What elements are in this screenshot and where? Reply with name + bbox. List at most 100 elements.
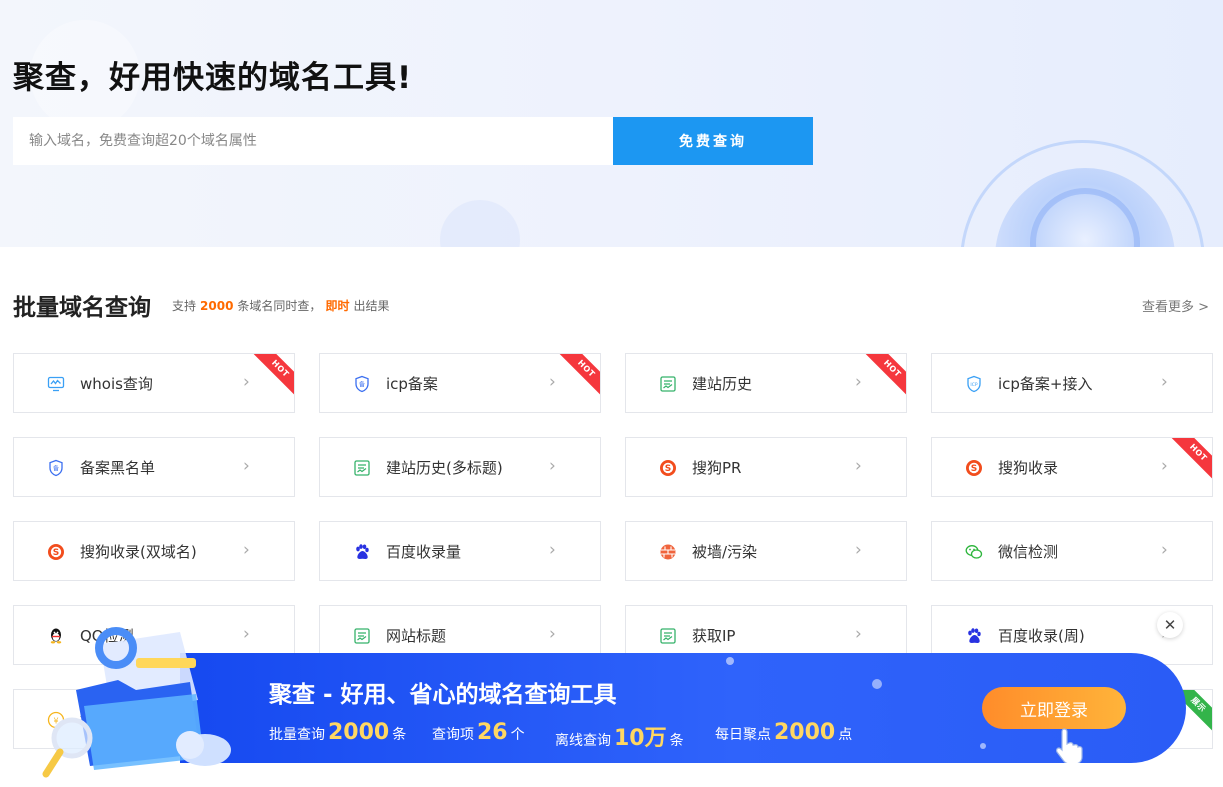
stat-value: 2000 xyxy=(328,720,390,745)
stat-label: 每日聚点 xyxy=(715,727,771,743)
stat-value: 2000 xyxy=(774,720,836,745)
chevron-right-icon: › xyxy=(549,372,556,392)
whois-icon xyxy=(47,375,65,393)
history-icon xyxy=(659,627,677,645)
chevron-right-icon: › xyxy=(243,372,250,392)
stat-unit: 个 xyxy=(510,727,525,743)
tool-card[interactable]: ICP icp备案+接入 › xyxy=(931,353,1213,413)
subtitle-count: 2000 xyxy=(200,299,234,313)
svg-text:备: 备 xyxy=(359,381,365,389)
domain-search-input[interactable] xyxy=(13,117,613,165)
folder-illustration-icon xyxy=(42,627,231,778)
icp-shield-icon: 备 xyxy=(353,375,371,393)
history-icon xyxy=(353,627,371,645)
chevron-right-icon: › xyxy=(243,540,250,560)
tool-card[interactable]: 建站历史 › HOT xyxy=(625,353,907,413)
svg-text:S: S xyxy=(665,464,671,474)
tool-card-label: 网站标题 xyxy=(386,627,447,645)
svg-text:S: S xyxy=(53,548,59,558)
sparkle-icon xyxy=(872,679,882,689)
wechat-icon xyxy=(965,543,983,561)
blacklist-shield-icon: 备 xyxy=(47,459,65,477)
subtitle-highlight: 即时 xyxy=(325,299,350,313)
chevron-right-icon: › xyxy=(855,372,862,392)
sparkle-icon xyxy=(980,743,986,749)
tool-card-label: 建站历史 xyxy=(692,375,753,393)
login-button[interactable]: 立即登录 xyxy=(982,687,1126,729)
sogou-icon: S xyxy=(659,459,677,477)
hot-badge: HOT xyxy=(557,354,600,398)
decorative-blob xyxy=(440,200,520,247)
baidu-paw-icon xyxy=(353,543,371,561)
banner-title: 聚查 - 好用、省心的域名查询工具 xyxy=(269,682,617,708)
stat-unit: 点 xyxy=(838,727,853,743)
wall-icon xyxy=(659,543,677,561)
view-more-link[interactable]: 查看更多 > xyxy=(1142,296,1209,315)
stat-value: 10万 xyxy=(614,726,667,751)
svg-text:备: 备 xyxy=(53,465,59,473)
free-search-button[interactable]: 免费查询 xyxy=(613,117,813,165)
icp-access-icon: ICP xyxy=(965,375,983,393)
tool-card[interactable]: 微信检测 › xyxy=(931,521,1213,581)
tool-card[interactable]: 百度收录量 › xyxy=(319,521,601,581)
subtitle-suffix: 出结果 xyxy=(353,299,390,313)
chevron-right-icon: › xyxy=(1161,540,1168,560)
hot-badge: HOT xyxy=(1169,438,1212,482)
stat-unit: 条 xyxy=(392,727,407,743)
stat-items: 查询项 26 个 xyxy=(432,720,525,745)
pointer-hand-icon xyxy=(1056,728,1083,763)
section-title: 批量域名查询 xyxy=(13,295,151,321)
tool-card-label: whois查询 xyxy=(80,375,153,393)
history-icon xyxy=(659,375,677,393)
chevron-right-icon: › xyxy=(243,624,250,644)
tool-card-label: 建站历史(多标题) xyxy=(386,459,503,477)
svg-text:ICP: ICP xyxy=(970,382,977,388)
chevron-right-icon: › xyxy=(549,624,556,644)
stat-label: 批量查询 xyxy=(269,727,325,743)
tool-card-label: 获取IP xyxy=(692,627,736,645)
tool-card-label: 微信检测 xyxy=(998,543,1059,561)
stat-value: 26 xyxy=(477,720,508,745)
promo-banner: 聚查 - 好用、省心的域名查询工具 批量查询 2000 条 查询项 26 个 离线查询 1… xyxy=(180,653,1186,763)
tool-card[interactable]: 备 icp备案 › HOT xyxy=(319,353,601,413)
close-icon[interactable]: ✕ xyxy=(1157,612,1183,638)
tool-card-label: 搜狗PR xyxy=(692,459,742,477)
stat-label: 离线查询 xyxy=(555,733,611,749)
tool-card[interactable]: S 搜狗PR › xyxy=(625,437,907,497)
tool-card[interactable]: 被墙/污染 › xyxy=(625,521,907,581)
tool-card[interactable]: whois查询 › HOT xyxy=(13,353,295,413)
tool-card-label: 百度收录量 xyxy=(386,543,462,561)
hero-section: 聚查，好用快速的域名工具! 免费查询 xyxy=(0,0,1223,247)
stat-unit: 条 xyxy=(669,733,684,749)
sogou-icon: S xyxy=(47,543,65,561)
hot-badge: HOT xyxy=(863,354,906,398)
tool-card-label: 被墙/污染 xyxy=(692,543,758,561)
stat-offline: 离线查询 10万条 xyxy=(555,720,684,752)
chevron-right-icon: › xyxy=(855,540,862,560)
chevron-right-icon: › xyxy=(1161,456,1168,476)
stat-label: 查询项 xyxy=(432,727,474,743)
hero-title: 聚查，好用快速的域名工具! xyxy=(13,60,413,96)
tool-card-label: 百度收录(周) xyxy=(998,627,1085,645)
hot-badge: HOT xyxy=(251,354,294,398)
subtitle-middle: 条域名同时查， xyxy=(237,299,322,313)
tool-card[interactable]: 备 备案黑名单 › xyxy=(13,437,295,497)
chevron-right-icon: › xyxy=(549,456,556,476)
stat-points: 每日聚点 2000 点 xyxy=(715,720,852,745)
tool-card-label: 搜狗收录(双域名) xyxy=(80,543,197,561)
sparkle-icon xyxy=(726,657,734,665)
chevron-right-icon: › xyxy=(243,456,250,476)
tool-card-label: icp备案+接入 xyxy=(998,375,1093,393)
tool-card-label: 搜狗收录 xyxy=(998,459,1059,477)
baidu-paw-icon xyxy=(965,627,983,645)
section-subtitle: 支持 2000 条域名同时查， 即时 出结果 xyxy=(172,297,389,314)
svg-text:S: S xyxy=(971,464,977,474)
tool-card-label: icp备案 xyxy=(386,375,438,393)
tool-card[interactable]: S 搜狗收录(双域名) › xyxy=(13,521,295,581)
tool-card[interactable]: 建站历史(多标题) › xyxy=(319,437,601,497)
stat-batch: 批量查询 2000 条 xyxy=(269,720,406,745)
chevron-right-icon: › xyxy=(1161,372,1168,392)
tool-card[interactable]: S 搜狗收录 › HOT xyxy=(931,437,1213,497)
chevron-right-icon: › xyxy=(855,456,862,476)
chevron-right-icon: › xyxy=(549,540,556,560)
